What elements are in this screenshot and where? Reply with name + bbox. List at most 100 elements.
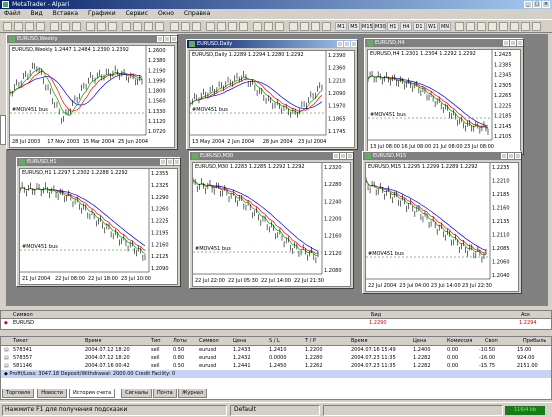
menu-charts[interactable]: Графики <box>88 10 116 17</box>
toolbar-tool-icon[interactable] <box>86 22 95 31</box>
toolbar-tool-icon[interactable] <box>510 22 519 31</box>
terminal-col-header[interactable]: Тип <box>151 337 161 346</box>
toolbar-tool-icon[interactable] <box>36 22 45 31</box>
minimize-icon[interactable] <box>160 159 166 165</box>
toolbar-tool-icon[interactable] <box>50 22 59 31</box>
chart-area[interactable]: 1.2390 1.2360 1.2210 1.2090 1.1970 1.1865 1.17… <box>189 50 355 148</box>
terminal-col-header[interactable]: Цена <box>413 337 426 346</box>
chart-window[interactable]: EURUSD,Weekly 1.2600 1.2380 1.2190 1.1990 1.1… <box>6 34 178 150</box>
tf-h1[interactable]: H1 <box>387 22 399 31</box>
toolbar-tool-icon[interactable] <box>144 22 153 31</box>
chart-window-title[interactable]: EURUSD,Weekly <box>7 35 177 43</box>
toolbar-tool-icon[interactable] <box>488 22 497 31</box>
tf-w1[interactable]: W1 <box>426 22 438 31</box>
toolbar-tool-icon[interactable] <box>3 22 12 31</box>
terminal-col-header[interactable]: T / P <box>305 337 316 346</box>
col-ask[interactable]: Аск <box>521 311 530 319</box>
maximize-icon[interactable] <box>164 36 170 42</box>
chart-area[interactable]: 1.2320 1.2280 1.2240 1.2200 1.2160 1.2120 1.20… <box>192 162 351 287</box>
col-bid[interactable]: Бид <box>371 311 381 319</box>
chart-window-title[interactable]: EURUSD,H1 <box>17 158 180 166</box>
toolbar-tool-icon[interactable] <box>155 22 164 31</box>
minimize-button[interactable]: _ <box>524 1 532 8</box>
maximize-icon[interactable] <box>510 40 516 46</box>
toolbar-tool-icon[interactable] <box>275 22 284 31</box>
toolbar-tool-icon[interactable] <box>133 22 142 31</box>
terminal-col-header[interactable]: Своп <box>485 337 498 346</box>
toolbar-tool-icon[interactable] <box>97 22 106 31</box>
menu-file[interactable]: Файл <box>4 10 21 17</box>
chart-window[interactable]: EURUSD,M30 1.2320 1.2280 1.2240 1.2200 1.2160… <box>189 151 354 289</box>
history-row[interactable]: ▤ 578357 2004.07.12 18:20 sell 0.80 eurusd 1.2… <box>1 354 551 362</box>
minimize-icon[interactable] <box>333 153 339 159</box>
toolbar-tool-icon[interactable] <box>455 22 464 31</box>
toolbar-tool-icon[interactable] <box>14 22 23 31</box>
close-icon[interactable] <box>347 153 353 159</box>
chart-window[interactable]: EURUSD,H4 1.2425 1.2385 1.2345 1.2305 1.2265 1… <box>364 38 524 155</box>
toolbar-tool-icon[interactable] <box>264 22 273 31</box>
toolbar-tool-icon[interactable] <box>521 22 530 31</box>
terminal-col-header[interactable]: Время <box>85 337 101 346</box>
chart-window-title[interactable]: EURUSD,Daily <box>187 40 357 48</box>
toolbar-tool-icon[interactable] <box>170 22 179 31</box>
terminal-col-header[interactable]: Символ <box>199 337 219 346</box>
toolbar-tool-icon[interactable] <box>217 22 226 31</box>
minimize-icon[interactable] <box>501 153 507 159</box>
menu-window[interactable]: Окно <box>158 10 174 17</box>
toolbar-tool-icon[interactable] <box>61 22 70 31</box>
chart-window-title[interactable]: EURUSD,M30 <box>190 152 353 160</box>
chart-window[interactable]: EURUSD,M15 1.2235 1.2210 1.2185 1.2160 1.2135… <box>362 151 522 294</box>
minimize-icon[interactable] <box>337 41 343 47</box>
terminal-tab[interactable]: Сигналы <box>121 389 153 398</box>
history-row[interactable]: ▤ 578341 2004.07.12 18:20 sell 0.50 eurusd 1.2… <box>1 346 551 354</box>
menu-tools[interactable]: Сервис <box>126 10 148 17</box>
terminal-col-header[interactable]: Лоты <box>173 337 187 346</box>
col-symbol[interactable]: Символ <box>13 311 33 319</box>
toolbar-tool-icon[interactable] <box>322 22 331 31</box>
terminal-col-header[interactable]: Время <box>351 337 367 346</box>
maximize-icon[interactable] <box>340 153 346 159</box>
tf-m30[interactable]: M30 <box>374 22 386 31</box>
toolbar-tool-icon[interactable] <box>499 22 508 31</box>
toolbar-tool-icon[interactable] <box>466 22 475 31</box>
toolbar-tool-icon[interactable] <box>532 22 541 31</box>
toolbar-tool-icon[interactable] <box>311 22 320 31</box>
tf-mn[interactable]: MN <box>439 22 451 31</box>
close-icon[interactable] <box>174 159 180 165</box>
chart-window[interactable]: EURUSD,Daily 1.2390 1.2360 1.2210 1.2090 1.19… <box>186 39 358 150</box>
toolbar-tool-icon[interactable] <box>300 22 309 31</box>
maximize-icon[interactable] <box>508 153 514 159</box>
terminal-col-header[interactable]: Тикет <box>13 337 28 346</box>
toolbar-tool-icon[interactable] <box>25 22 34 31</box>
toolbar-tool-icon[interactable] <box>477 22 486 31</box>
terminal-col-header[interactable]: Комиссия <box>447 337 472 346</box>
toolbar-tool-icon[interactable] <box>181 22 190 31</box>
toolbar-tool-icon[interactable] <box>206 22 215 31</box>
close-icon[interactable] <box>351 41 357 47</box>
tf-m15[interactable]: M15 <box>361 22 373 31</box>
toolbar-tool-icon[interactable] <box>122 22 131 31</box>
toolbar-tool-icon[interactable] <box>289 22 298 31</box>
terminal-col-header[interactable]: Прибыль <box>523 337 546 346</box>
chart-area[interactable]: 1.2425 1.2385 1.2345 1.2305 1.2265 1.2225 1.21… <box>367 49 521 153</box>
close-icon[interactable] <box>171 36 177 42</box>
minimize-icon[interactable] <box>503 40 509 46</box>
close-button[interactable]: × <box>542 1 550 8</box>
terminal-tab[interactable]: Торговля <box>2 389 35 398</box>
chart-window-title[interactable]: EURUSD,H4 <box>365 39 523 47</box>
terminal-tab[interactable]: Почта <box>153 389 177 398</box>
menu-insert[interactable]: Вставка <box>53 10 78 17</box>
tf-m5[interactable]: M5 <box>348 22 360 31</box>
close-icon[interactable] <box>515 153 521 159</box>
chart-area[interactable]: 1.2355 1.2325 1.2290 1.2260 1.2225 1.2195 1.21… <box>19 168 178 285</box>
terminal-tab[interactable]: Новости <box>37 389 67 398</box>
close-icon[interactable] <box>517 40 523 46</box>
tf-d1[interactable]: D1 <box>413 22 425 31</box>
toolbar-tool-icon[interactable] <box>228 22 237 31</box>
terminal-col-header[interactable]: Цена <box>233 337 246 346</box>
maximize-button[interactable]: □ <box>533 1 541 8</box>
chart-window-title[interactable]: EURUSD,M15 <box>363 152 521 160</box>
quote-row[interactable]: ◆ EURUSD 1.2290 1.2294 <box>1 319 551 327</box>
chart-area[interactable]: 1.2600 1.2380 1.2190 1.1990 1.1800 1.1560 1.13… <box>9 45 175 148</box>
toolbar-tool-icon[interactable] <box>72 22 81 31</box>
